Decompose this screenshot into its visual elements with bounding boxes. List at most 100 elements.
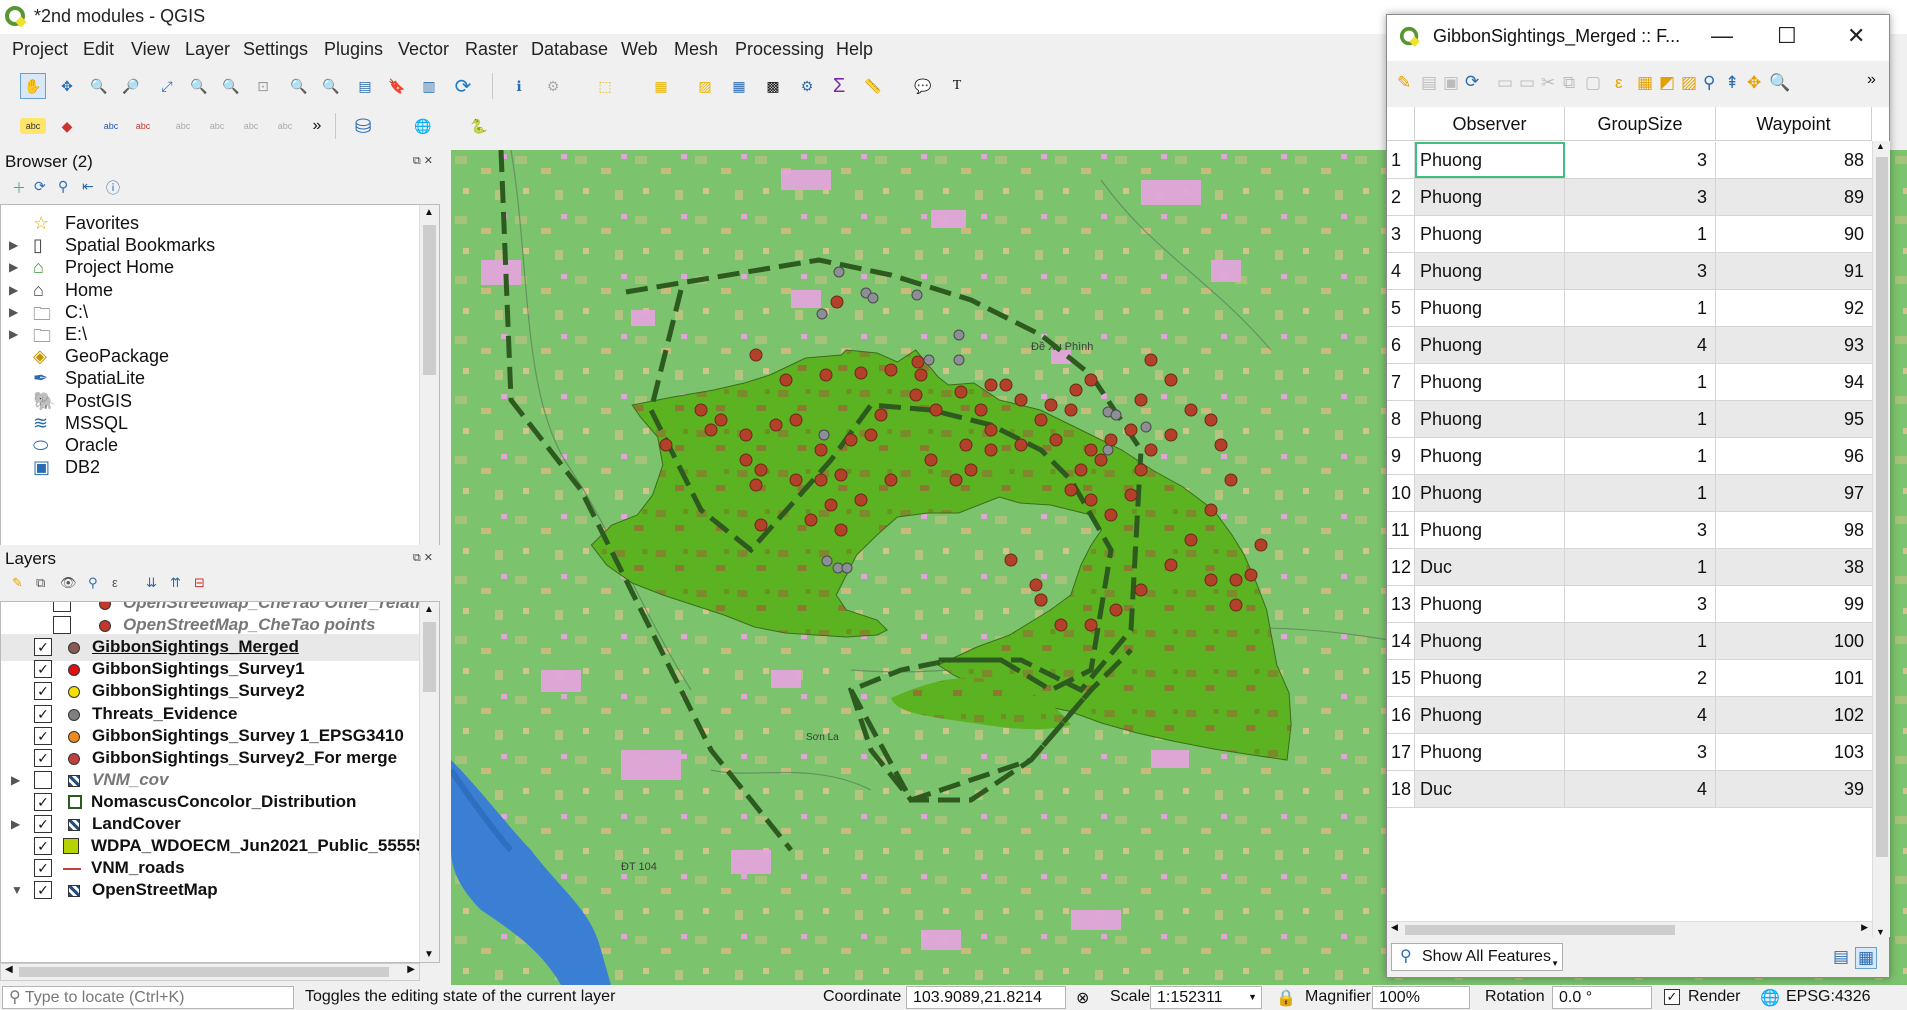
copy-icon[interactable]: ⧉ <box>1563 73 1575 93</box>
waypoint-cell[interactable]: 90 <box>1716 216 1872 252</box>
new-bookmark-icon[interactable]: 🔖 <box>384 73 410 99</box>
observer-cell[interactable]: Phuong <box>1415 327 1565 363</box>
menu-project[interactable]: Project <box>12 39 68 60</box>
groupsize-cell[interactable]: 3 <box>1565 586 1716 622</box>
observer-cell[interactable]: Phuong <box>1415 142 1565 178</box>
groupsize-cell[interactable]: 1 <box>1565 216 1716 252</box>
select-by-value-icon[interactable]: ▦ <box>648 73 674 99</box>
metasearch-icon[interactable]: 🌐 <box>410 113 436 139</box>
run-action-icon[interactable]: ⚙ <box>540 73 566 99</box>
pan-icon[interactable]: ✋ <box>20 73 46 99</box>
waypoint-cell[interactable]: 98 <box>1716 512 1872 548</box>
filter-legend-icon[interactable]: ⚲ <box>88 575 98 591</box>
menu-layer[interactable]: Layer <box>185 39 230 60</box>
waypoint-cell[interactable]: 101 <box>1716 660 1872 696</box>
row-number[interactable]: 10 <box>1387 475 1415 511</box>
statistical-summary-icon[interactable]: Σ <box>826 73 852 99</box>
table-row[interactable]: 16 Phuong 4 102 <box>1387 697 1872 734</box>
waypoint-cell[interactable]: 103 <box>1716 734 1872 770</box>
layer-visibility-checkbox[interactable]: ✓ <box>34 881 52 900</box>
table-row[interactable]: 7 Phuong 1 94 <box>1387 364 1872 401</box>
python-console-icon[interactable]: 🐍 <box>466 113 492 139</box>
toolbar-more-icon[interactable]: » <box>1867 71 1876 89</box>
layer-visibility-checkbox[interactable]: ✓ <box>34 792 52 811</box>
groupsize-cell[interactable]: 1 <box>1565 401 1716 437</box>
layers-scroll-thumb[interactable] <box>423 622 436 692</box>
magnifier-field[interactable]: 100% <box>1372 986 1470 1009</box>
zoom-to-layer-icon[interactable]: 🔍 <box>218 73 244 99</box>
expand-arrow-icon[interactable]: ▶ <box>11 817 20 831</box>
expand-arrow-icon[interactable]: ▶ <box>9 238 18 252</box>
render-checkbox[interactable]: ✓ <box>1664 989 1680 1005</box>
menu-edit[interactable]: Edit <box>83 39 114 60</box>
waypoint-cell[interactable]: 91 <box>1716 253 1872 289</box>
table-row[interactable]: 2 Phuong 3 89 <box>1387 179 1872 216</box>
zoom-out-icon[interactable]: 🔎 <box>118 73 144 99</box>
lock-scale-icon[interactable]: 🔒 <box>1276 988 1296 1008</box>
groupsize-cell[interactable]: 3 <box>1565 179 1716 215</box>
layer-visibility-checkbox[interactable]: ✓ <box>34 682 52 701</box>
row-number[interactable]: 14 <box>1387 623 1415 659</box>
browser-scroll-thumb[interactable] <box>423 225 436 375</box>
attr-scroll-up-icon[interactable]: ▲ <box>1876 141 1885 151</box>
menu-raster[interactable]: Raster <box>465 39 518 60</box>
form-view-icon[interactable]: ▤ <box>1833 947 1849 967</box>
groupsize-cell[interactable]: 3 <box>1565 512 1716 548</box>
table-row[interactable]: 8 Phuong 1 95 <box>1387 401 1872 438</box>
layer-visibility-checkbox[interactable]: ✓ <box>34 748 52 767</box>
waypoint-cell[interactable]: 38 <box>1716 549 1872 585</box>
column-header-groupsize[interactable]: GroupSize <box>1565 107 1716 141</box>
row-number[interactable]: 18 <box>1387 771 1415 807</box>
row-number[interactable]: 12 <box>1387 549 1415 585</box>
menu-help[interactable]: Help <box>836 39 873 60</box>
layer-visibility-checkbox[interactable] <box>53 616 71 635</box>
scroll-up-icon[interactable]: ▲ <box>424 207 434 218</box>
groupsize-cell[interactable]: 4 <box>1565 771 1716 807</box>
hscroll-thumb[interactable] <box>19 967 389 977</box>
close-icon[interactable]: ✕ <box>1847 23 1865 49</box>
hscroll-left-icon[interactable]: ◀ <box>5 964 13 975</box>
more-tools-icon[interactable]: » <box>304 113 330 139</box>
row-number[interactable]: 7 <box>1387 364 1415 400</box>
row-number[interactable]: 17 <box>1387 734 1415 770</box>
cut-icon[interactable]: ✂ <box>1541 73 1555 93</box>
attr-scroll-down-icon[interactable]: ▼ <box>1876 927 1885 937</box>
layers-scroll-up-icon[interactable]: ▲ <box>424 604 434 615</box>
maximize-icon[interactable]: ☐ <box>1777 23 1797 49</box>
attr-hscroll-left-icon[interactable]: ◀ <box>1391 922 1398 933</box>
waypoint-cell[interactable]: 102 <box>1716 697 1872 733</box>
paste-icon[interactable]: ▢ <box>1585 73 1601 93</box>
invert-selection-icon[interactable]: ◩ <box>1659 73 1675 93</box>
menu-database[interactable]: Database <box>531 39 608 60</box>
collapse-all-icon[interactable]: ⇤ <box>82 178 94 195</box>
expand-arrow-icon[interactable]: ▼ <box>11 883 23 897</box>
layers-float-close-icon[interactable]: ⧉ ✕ <box>413 551 433 565</box>
identify-icon[interactable]: ℹ <box>506 73 532 99</box>
move-label-icon[interactable]: abc <box>170 113 196 139</box>
table-row[interactable]: 15 Phuong 2 101 <box>1387 660 1872 697</box>
groupsize-cell[interactable]: 1 <box>1565 290 1716 326</box>
collapse-all-layers-icon[interactable]: ⇈ <box>170 575 181 591</box>
observer-cell[interactable]: Phuong <box>1415 216 1565 252</box>
expand-arrow-icon[interactable]: ▶ <box>9 305 18 319</box>
attr-hscroll-right-icon[interactable]: ▶ <box>1861 922 1868 933</box>
observer-cell[interactable]: Phuong <box>1415 438 1565 474</box>
waypoint-cell[interactable]: 96 <box>1716 438 1872 474</box>
row-number[interactable]: 16 <box>1387 697 1415 733</box>
field-calculator-icon[interactable]: ▩ <box>760 73 786 99</box>
groupsize-cell[interactable]: 1 <box>1565 364 1716 400</box>
panel-float-close-icon[interactable]: ⧉ ✕ <box>413 154 433 168</box>
observer-cell[interactable]: Phuong <box>1415 586 1565 622</box>
rotate-label-icon[interactable]: abc <box>204 113 230 139</box>
expand-arrow-icon[interactable]: ▶ <box>9 327 18 341</box>
menu-processing[interactable]: Processing <box>735 39 824 60</box>
groupsize-cell[interactable]: 1 <box>1565 549 1716 585</box>
observer-cell[interactable]: Phuong <box>1415 179 1565 215</box>
attr-hscroll-thumb[interactable] <box>1405 925 1675 935</box>
show-hide-labels-icon[interactable]: abc <box>130 113 156 139</box>
browser-item[interactable]: ▣ DB2 <box>1 455 439 482</box>
hscroll-right-icon[interactable]: ▶ <box>407 964 415 975</box>
attribute-vscrollbar[interactable]: ▲ ▼ <box>1872 141 1890 937</box>
zoom-native-icon[interactable]: ⊡ <box>250 73 276 99</box>
table-row[interactable]: 12 Duc 1 38 <box>1387 549 1872 586</box>
